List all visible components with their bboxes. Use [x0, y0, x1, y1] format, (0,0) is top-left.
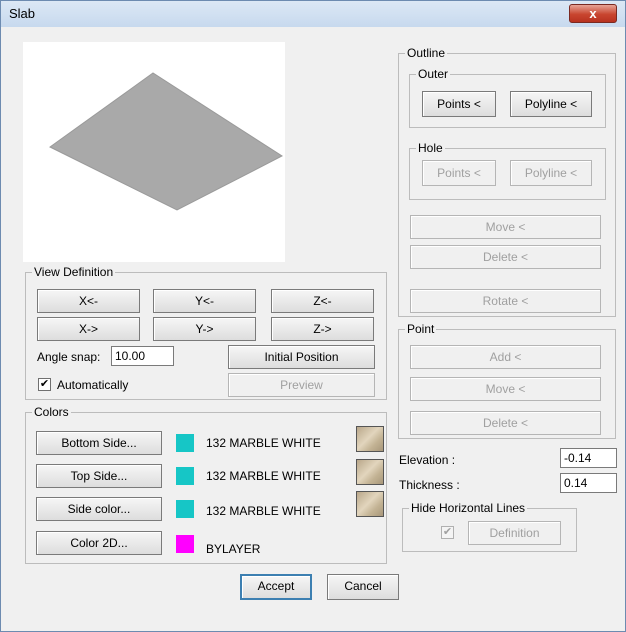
hide-horizontal-lines-checkbox[interactable]: ✔	[441, 526, 454, 539]
preview-button[interactable]: Preview	[228, 373, 375, 397]
hole-polyline-button[interactable]: Polyline <	[510, 160, 592, 186]
top-side-swatch	[176, 467, 194, 485]
slab-preview	[23, 42, 285, 262]
point-move-button[interactable]: Move <	[410, 377, 601, 401]
side-color-name: 132 MARBLE WHITE	[206, 504, 321, 518]
outline-label: Outline	[405, 46, 448, 60]
side-color-texture[interactable]	[356, 491, 384, 517]
outer-label: Outer	[416, 67, 451, 81]
bottom-side-swatch	[176, 434, 194, 452]
thickness-label: Thickness :	[399, 478, 460, 492]
initial-position-button[interactable]: Initial Position	[228, 345, 375, 369]
hole-points-button[interactable]: Points <	[422, 160, 496, 186]
rotate-button[interactable]: Rotate <	[410, 289, 601, 313]
point-delete-button[interactable]: Delete <	[410, 411, 601, 435]
automatically-label: Automatically	[57, 378, 129, 392]
top-side-texture[interactable]	[356, 459, 384, 485]
definition-button[interactable]: Definition	[468, 521, 561, 545]
point-label: Point	[405, 322, 437, 336]
color-2d-name: BYLAYER	[206, 542, 261, 556]
x-forward-button[interactable]: X->	[37, 317, 140, 341]
accept-button[interactable]: Accept	[240, 574, 312, 600]
top-side-color-name: 132 MARBLE WHITE	[206, 469, 321, 483]
side-color-button[interactable]: Side color...	[36, 497, 162, 521]
color-2d-button[interactable]: Color 2D...	[36, 531, 162, 555]
angle-snap-input[interactable]: 10.00	[111, 346, 174, 366]
x-back-button[interactable]: X<-	[37, 289, 140, 313]
y-back-button[interactable]: Y<-	[153, 289, 256, 313]
slab-3d-preview-image	[49, 72, 283, 211]
cancel-button[interactable]: Cancel	[327, 574, 399, 600]
y-forward-button[interactable]: Y->	[153, 317, 256, 341]
close-button[interactable]: x	[569, 4, 617, 23]
bottom-side-texture[interactable]	[356, 426, 384, 452]
hole-label: Hole	[416, 141, 445, 155]
angle-snap-label: Angle snap:	[37, 350, 101, 364]
side-color-swatch	[176, 500, 194, 518]
z-forward-button[interactable]: Z->	[271, 317, 374, 341]
outer-points-button[interactable]: Points <	[422, 91, 496, 117]
point-add-button[interactable]: Add <	[410, 345, 601, 369]
bottom-side-button[interactable]: Bottom Side...	[36, 431, 162, 455]
hide-horizontal-lines-label: Hide Horizontal Lines	[409, 501, 528, 515]
outline-delete-button[interactable]: Delete <	[410, 245, 601, 269]
outline-move-button[interactable]: Move <	[410, 215, 601, 239]
z-back-button[interactable]: Z<-	[271, 289, 374, 313]
elevation-label: Elevation :	[399, 453, 456, 467]
automatically-checkbox[interactable]: ✔	[38, 378, 51, 391]
outer-polyline-button[interactable]: Polyline <	[510, 91, 592, 117]
thickness-input[interactable]: 0.14	[560, 473, 617, 493]
bottom-side-color-name: 132 MARBLE WHITE	[206, 436, 321, 450]
title-bar[interactable]: Slab x	[1, 1, 625, 27]
window-title: Slab	[9, 6, 36, 21]
colors-label: Colors	[32, 405, 71, 419]
top-side-button[interactable]: Top Side...	[36, 464, 162, 488]
elevation-input[interactable]: -0.14	[560, 448, 617, 468]
view-definition-label: View Definition	[32, 265, 116, 279]
color-2d-swatch	[176, 535, 194, 553]
